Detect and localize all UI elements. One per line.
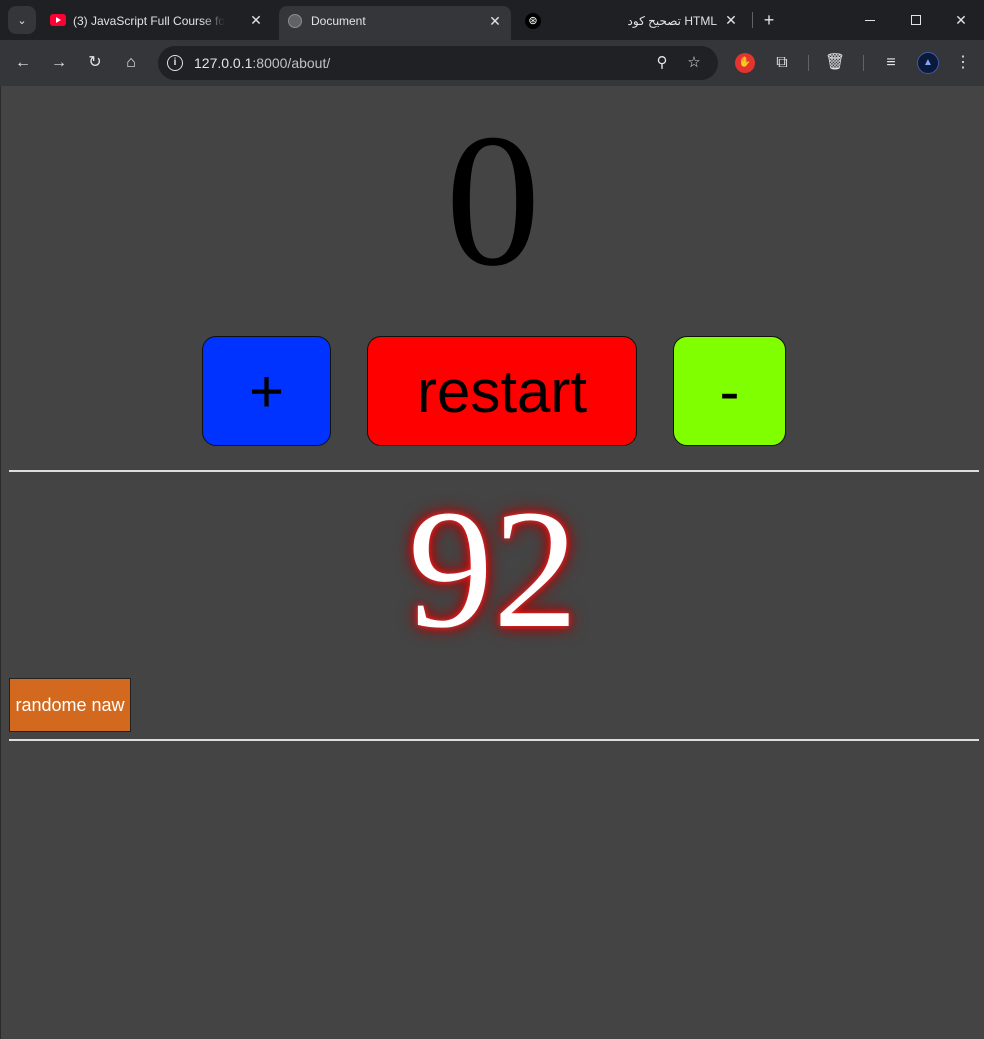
- url-text[interactable]: 127.0.0.1:8000/about/: [194, 55, 330, 71]
- media-controls-icon[interactable]: ≡: [879, 51, 903, 75]
- tab-document[interactable]: Document ✕: [279, 6, 511, 40]
- tab-title: (3) JavaScript Full Course for free: [73, 14, 225, 28]
- url-path: :8000/about/: [252, 55, 331, 71]
- tab-chatgpt[interactable]: ⊛ HTML تصحيح كود ✕: [517, 6, 747, 36]
- forward-button[interactable]: →: [47, 51, 71, 75]
- address-bar[interactable]: i 127.0.0.1:8000/about/ ⚲ ☆: [158, 46, 718, 80]
- trash-icon[interactable]: 🗑: [823, 51, 847, 75]
- minimize-icon: [865, 19, 875, 21]
- random-number-display: 92: [408, 475, 578, 663]
- chevron-down-icon: ⌄: [17, 14, 27, 27]
- arrow-left-icon: ←: [15, 54, 31, 71]
- divider-top: [9, 470, 979, 472]
- info-icon[interactable]: i: [167, 55, 183, 71]
- url-host: 127.0.0.1: [194, 55, 253, 71]
- menu-kebab-icon[interactable]: ⋮: [951, 51, 975, 75]
- tab-divider: [752, 12, 753, 28]
- home-button[interactable]: ⌂: [119, 51, 143, 75]
- reload-button[interactable]: ↻: [83, 51, 107, 75]
- adblock-extension-icon[interactable]: ✋: [735, 53, 755, 73]
- close-icon: ✕: [955, 11, 967, 28]
- close-window-button[interactable]: ✕: [938, 0, 984, 40]
- profile-avatar[interactable]: ▲: [917, 52, 939, 74]
- decrement-button[interactable]: -: [673, 336, 786, 446]
- arrow-right-icon: →: [51, 54, 67, 71]
- increment-button[interactable]: +: [202, 336, 331, 446]
- restart-button[interactable]: restart: [367, 336, 637, 446]
- new-tab-button[interactable]: +: [758, 9, 780, 31]
- counter-display: 0: [445, 96, 541, 306]
- tab-search-button[interactable]: ⌄: [8, 6, 36, 34]
- reload-icon: ↻: [88, 54, 102, 71]
- back-button[interactable]: ←: [11, 51, 35, 75]
- home-icon: ⌂: [126, 54, 136, 71]
- tab-youtube[interactable]: (3) JavaScript Full Course for free ✕: [44, 6, 272, 36]
- youtube-icon: [50, 14, 66, 26]
- browser-toolbar: ← → ↻ ⌂ i 127.0.0.1:8000/about/ ⚲ ☆ ✋ ⧉ …: [0, 40, 984, 86]
- random-now-button[interactable]: randome naw: [9, 678, 131, 732]
- minimize-button[interactable]: [847, 0, 893, 40]
- close-icon[interactable]: ✕: [723, 12, 739, 28]
- tab-title: Document: [311, 14, 366, 28]
- divider-bottom: [9, 739, 979, 741]
- maximize-icon: [911, 15, 921, 25]
- close-icon[interactable]: ✕: [487, 13, 503, 29]
- zoom-icon[interactable]: ⚲: [651, 52, 673, 74]
- maximize-button[interactable]: [893, 0, 939, 40]
- page-viewport: 0 + restart - 92 randome naw: [0, 86, 984, 1039]
- tab-title: HTML تصحيح كود: [627, 14, 717, 28]
- bookmark-star-icon[interactable]: ☆: [683, 52, 705, 74]
- toolbar-divider: [808, 55, 809, 71]
- globe-icon: [288, 14, 302, 28]
- tab-strip: ⌄ (3) JavaScript Full Course for free ✕ …: [0, 0, 984, 40]
- toolbar-divider: [863, 55, 864, 71]
- extensions-icon[interactable]: ⧉: [770, 51, 794, 75]
- close-icon[interactable]: ✕: [248, 12, 264, 28]
- chatgpt-icon: ⊛: [525, 13, 541, 29]
